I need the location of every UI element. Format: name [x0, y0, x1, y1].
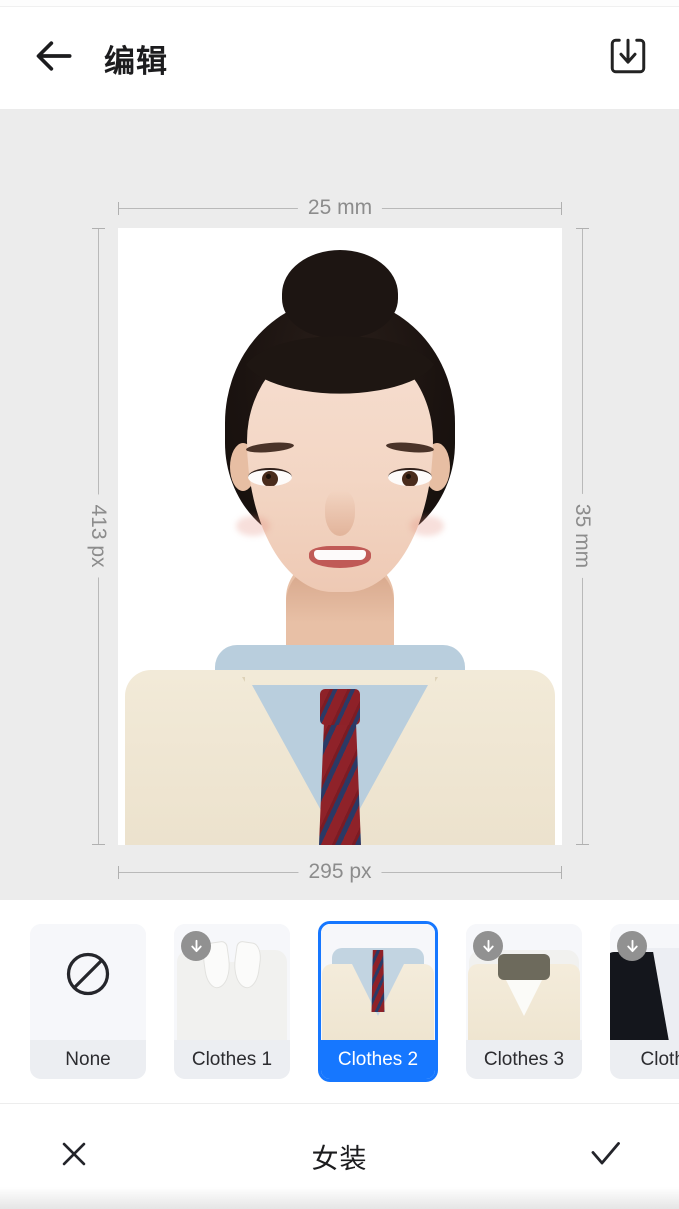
status-strip	[0, 0, 679, 7]
download-badge-icon[interactable]	[473, 931, 503, 961]
necktie-knot	[320, 689, 360, 725]
clothes-item-label: Clothes 2	[321, 1040, 435, 1079]
clothes-item-label: Clothes 1	[174, 1040, 290, 1079]
clothes-item-label: Clothe	[610, 1040, 679, 1079]
necktie	[319, 721, 361, 845]
clothes-item-label: None	[30, 1040, 146, 1079]
eye-left	[248, 468, 292, 486]
dim-tick-top-right	[561, 202, 562, 215]
check-icon	[587, 1136, 623, 1177]
nose	[325, 490, 355, 536]
dim-label-left: 413 px	[86, 494, 110, 578]
dim-label-bottom: 295 px	[298, 860, 382, 884]
close-icon	[57, 1137, 91, 1176]
download-icon	[607, 35, 649, 82]
download-badge-icon[interactable]	[181, 931, 211, 961]
dim-tick-left-top	[92, 228, 105, 229]
clothes-item-label: Clothes 3	[466, 1040, 582, 1079]
clothes-thumb	[321, 924, 435, 1040]
bottom-bar-title: 女装	[311, 1144, 368, 1174]
home-indicator	[0, 1187, 679, 1209]
portrait-figure	[118, 228, 562, 845]
pupil-left	[262, 471, 278, 486]
cheek-right	[410, 516, 444, 536]
download-button[interactable]	[599, 29, 657, 87]
mouth	[309, 546, 371, 568]
dim-tick-right-top	[576, 228, 589, 229]
page-title: 编辑	[104, 43, 168, 79]
pupil-right	[402, 471, 418, 486]
bow-tie-shape	[498, 954, 550, 980]
cancel-button[interactable]	[46, 1129, 102, 1185]
clothes-thumb	[30, 924, 146, 1040]
clothes-item-none[interactable]: None	[30, 924, 146, 1079]
white-shirt-shape	[177, 950, 287, 1040]
header-bar: 编辑	[0, 7, 679, 110]
eye-right	[388, 468, 432, 486]
no-clothes-icon	[62, 948, 114, 1000]
dim-tick-bottom-left	[118, 866, 119, 879]
id-photo[interactable]	[118, 228, 562, 845]
clothes-item-1[interactable]: Clothes 1	[174, 924, 290, 1079]
download-badge-icon[interactable]	[617, 931, 647, 961]
clothes-item-4[interactable]: Clothe	[610, 924, 679, 1079]
back-button[interactable]	[18, 21, 92, 95]
dim-label-right: 35 mm	[570, 493, 594, 579]
app-root: 编辑 25 mm 413 px 35 mm 295 px None Clothe…	[0, 0, 679, 1209]
confirm-button[interactable]	[577, 1129, 633, 1185]
dim-tick-bottom-right	[561, 866, 562, 879]
cheek-left	[236, 516, 270, 536]
arrow-left-icon	[33, 34, 77, 83]
clothes-item-2[interactable]: Clothes 2	[318, 921, 438, 1082]
clothes-carousel[interactable]: None Clothes 1 Clothes 2 Clothes 3 Clot	[0, 900, 679, 1103]
photo-canvas: 25 mm 413 px 35 mm 295 px	[0, 110, 679, 900]
teeth	[314, 550, 366, 560]
dim-label-top: 25 mm	[297, 196, 383, 220]
hair-bun	[282, 250, 398, 338]
clothes-item-3[interactable]: Clothes 3	[466, 924, 582, 1079]
dim-tick-left-bottom	[92, 844, 105, 845]
dim-tick-right-bottom	[576, 844, 589, 845]
portrait-image	[118, 228, 562, 845]
tie-shape	[371, 950, 385, 1012]
dim-tick-top-left	[118, 202, 119, 215]
